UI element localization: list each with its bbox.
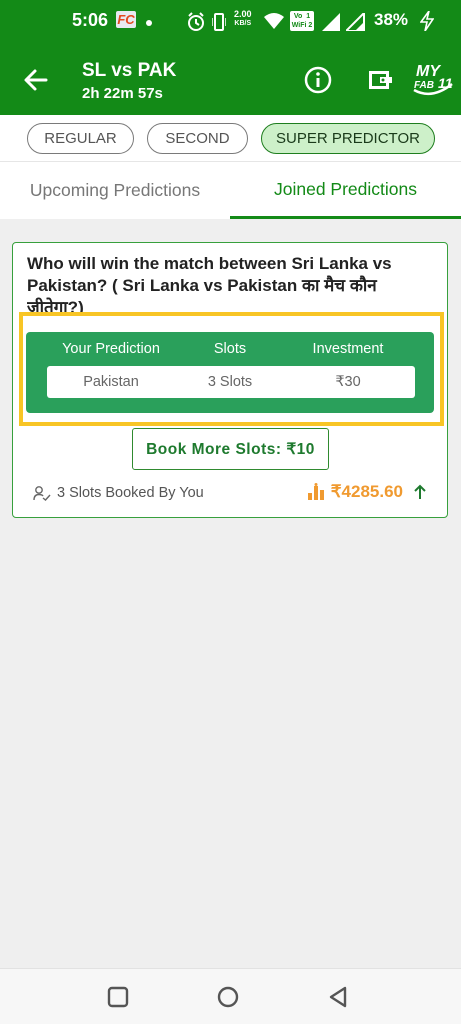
user-check-icon xyxy=(33,486,51,501)
arrow-up-icon xyxy=(414,484,426,499)
wallet-icon[interactable] xyxy=(365,66,395,94)
status-bar: 5:06 FC 2.00 KB/S Vo 1 WiFi 2 38% xyxy=(0,0,461,44)
prize-pool: ₹4285.60 xyxy=(307,482,427,502)
investment-value: ₹30 xyxy=(335,374,361,390)
vibrate-icon xyxy=(212,13,226,31)
alarm-icon xyxy=(188,12,204,31)
tab-joined-predictions[interactable]: Joined Predictions xyxy=(230,162,461,219)
slots-value: 3 Slots xyxy=(207,374,253,390)
system-nav-bar xyxy=(0,968,461,1024)
predictor-type-selector: REGULAR SECOND SUPER PREDICTOR xyxy=(0,115,461,161)
pill-regular[interactable]: REGULAR xyxy=(27,123,134,154)
network-speed: 2.00 KB/S xyxy=(234,9,252,27)
column-slots: Slots xyxy=(213,341,247,357)
status-time: 5:06 xyxy=(72,10,109,30)
prediction-card: Who will win the match between Sri Lanka… xyxy=(12,242,448,518)
prediction-value: Pakistan xyxy=(83,374,139,390)
slots-booked-info: 3 Slots Booked By You xyxy=(33,485,204,501)
prediction-header-row: Your Prediction Slots Investment xyxy=(26,332,434,366)
wifi-icon xyxy=(264,13,284,29)
volte-wifi-badge: Vo 1 WiFi 2 xyxy=(290,11,314,31)
bar-chart-icon xyxy=(307,483,324,500)
pill-second[interactable]: SECOND xyxy=(147,123,248,154)
myfab11-logo: MY FAB 11 xyxy=(408,54,456,104)
match-countdown: 2h 22m 57s xyxy=(82,85,163,102)
slots-booked-text: 3 Slots Booked By You xyxy=(57,485,204,501)
prediction-values-row: Pakistan 3 Slots ₹30 xyxy=(47,366,415,398)
back-arrow-icon[interactable] xyxy=(20,64,52,96)
book-more-slots-button[interactable]: Book More Slots: ₹10 xyxy=(132,428,329,470)
svg-text:11: 11 xyxy=(438,75,453,91)
recent-apps-square-icon[interactable] xyxy=(106,985,130,1009)
svg-text:FAB: FAB xyxy=(414,80,434,91)
info-icon[interactable] xyxy=(303,65,333,95)
signal-1-icon xyxy=(322,13,340,31)
signal-2-icon xyxy=(346,13,365,31)
prize-pool-amount: ₹4285.60 xyxy=(330,482,403,501)
fc-app-icon: FC xyxy=(116,11,136,28)
charging-icon xyxy=(420,11,434,31)
pill-super-predictor[interactable]: SUPER PREDICTOR xyxy=(261,123,435,154)
tab-upcoming-predictions[interactable]: Upcoming Predictions xyxy=(0,162,230,219)
prediction-question: Who will win the match between Sri Lanka… xyxy=(27,254,392,315)
home-circle-icon[interactable] xyxy=(216,985,240,1009)
prediction-tabs: Upcoming Predictions Joined Predictions xyxy=(0,161,461,219)
back-triangle-icon[interactable] xyxy=(326,985,350,1009)
column-your-prediction: Your Prediction xyxy=(62,341,160,357)
battery-percent: 38% xyxy=(374,10,409,29)
column-investment: Investment xyxy=(312,341,384,357)
app-header: SL vs PAK 2h 22m 57s MY FAB 11 xyxy=(0,44,461,115)
prediction-summary: Your Prediction Slots Investment Pakista… xyxy=(26,332,434,413)
notification-dot-icon xyxy=(146,20,152,26)
match-title: SL vs PAK xyxy=(82,60,177,81)
